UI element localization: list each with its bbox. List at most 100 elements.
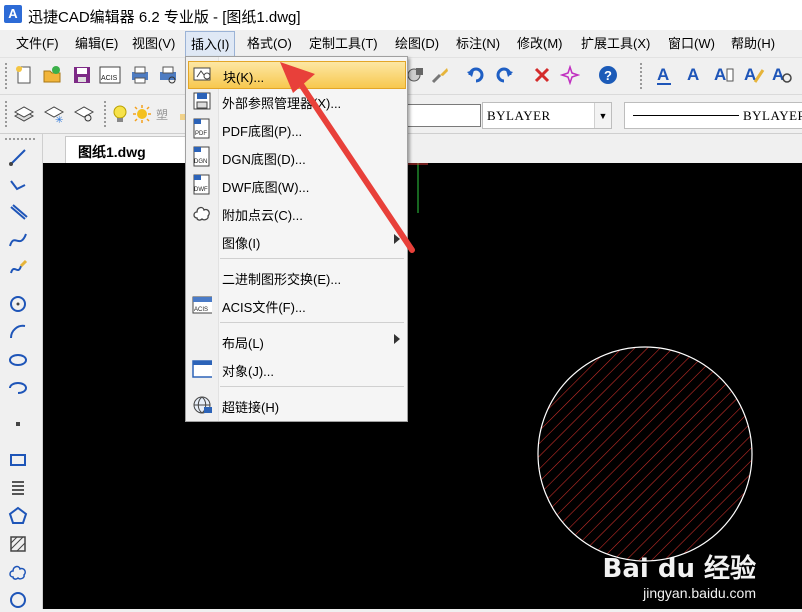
menu-draw[interactable]: 绘图(D) <box>390 31 444 57</box>
menu-item-label: 图像(I) <box>222 236 261 251</box>
title-bar: A 迅捷CAD编辑器 6.2 专业版 - [图纸1.dwg] <box>0 0 802 30</box>
color-combo[interactable]: BYLAYER ▼ <box>482 102 612 129</box>
menu-insert[interactable]: 插入(I) <box>185 31 236 57</box>
menu-help[interactable]: 帮助(H) <box>726 31 780 57</box>
pdf-underlay-icon: PDF <box>192 118 212 139</box>
layer-previous-icon[interactable] <box>72 102 96 126</box>
table-tool-icon[interactable] <box>6 588 30 612</box>
delete-icon[interactable] <box>530 63 554 87</box>
edit-text-icon[interactable]: A <box>742 63 766 87</box>
layer-thaw-sun-icon[interactable] <box>130 102 154 126</box>
sketch-tool-icon[interactable] <box>6 256 30 280</box>
helix-tool-icon[interactable] <box>6 476 30 500</box>
watermark-logo: Bai du 经验 <box>602 554 757 584</box>
svg-text:A: A <box>687 65 699 84</box>
ellipse-arc-tool-icon[interactable] <box>6 376 30 400</box>
menu-item-hyperlink[interactable]: 超链接(H) <box>188 392 404 418</box>
print-icon[interactable] <box>128 63 152 87</box>
menu-item-label: DWF底图(W)... <box>222 180 310 195</box>
polygon-tool-icon[interactable] <box>6 504 30 528</box>
app-logo-icon: A <box>4 5 22 23</box>
svg-text:?: ? <box>604 68 612 83</box>
submenu-arrow-icon <box>394 234 400 244</box>
multiline-tool-icon[interactable] <box>6 200 30 224</box>
menu-item-xref-manager[interactable]: 外部参照管理器(X)... <box>188 88 404 114</box>
menu-item-pdf-underlay[interactable]: PDF PDF底图(P)... <box>188 116 404 142</box>
save-icon[interactable] <box>70 63 94 87</box>
menu-item-dgn-underlay[interactable]: DGN DGN底图(D)... <box>188 144 404 170</box>
linetype-combo[interactable]: BYLAYER <box>624 102 802 129</box>
revision-cloud-tool-icon[interactable] <box>6 560 30 584</box>
drawing-canvas[interactable]: Bai du 经验 jingyan.baidu.com <box>43 163 802 609</box>
linetype-combo-value: BYLAYER <box>743 108 802 123</box>
menu-modify[interactable]: 修改(M) <box>512 31 568 57</box>
point-cloud-icon <box>192 203 212 223</box>
menu-item-label: 外部参照管理器(X)... <box>222 96 342 111</box>
block-icon <box>193 65 213 85</box>
menu-window[interactable]: 窗口(W) <box>663 31 720 57</box>
redo-icon[interactable] <box>492 63 516 87</box>
layer-name-field[interactable] <box>403 104 481 127</box>
svg-text:A: A <box>657 65 669 84</box>
svg-text:A: A <box>714 65 726 84</box>
dwf-underlay-icon: DWF <box>192 174 212 195</box>
menu-file[interactable]: 文件(F) <box>11 31 64 57</box>
menu-item-acis-file[interactable]: ACIS ACIS文件(F)... <box>188 292 404 318</box>
menu-dimension[interactable]: 标注(N) <box>451 31 505 57</box>
menu-edit[interactable]: 编辑(E) <box>70 31 123 57</box>
menu-item-dwf-underlay[interactable]: DWF DWF底图(W)... <box>188 172 404 198</box>
draw-toolbar <box>0 134 43 609</box>
menu-item-ole-object[interactable]: 对象(J)... <box>188 356 404 382</box>
acis-export-icon[interactable]: ACIS <box>98 63 122 87</box>
menu-separator <box>220 322 404 323</box>
layer-on-bulb-icon[interactable] <box>108 102 132 126</box>
new-file-icon[interactable] <box>12 63 36 87</box>
menu-item-binary-exchange[interactable]: 二进制图形交换(E)... <box>188 264 404 290</box>
toolbar-grip[interactable] <box>5 101 10 127</box>
menu-item-layout[interactable]: 布局(L) <box>188 328 404 354</box>
polyline-tool-icon[interactable] <box>6 173 30 197</box>
insert-menu-dropdown: 块(K)... 外部参照管理器(X)... PDF PDF底图(P)... DG… <box>185 56 408 422</box>
line-tool-icon[interactable] <box>6 145 30 169</box>
menu-item-attach-point-cloud[interactable]: 附加点云(C)... <box>188 200 404 226</box>
menu-extension-tools[interactable]: 扩展工具(X) <box>576 31 655 57</box>
explode-icon[interactable] <box>558 63 582 87</box>
layer-manager-icon[interactable] <box>12 102 36 126</box>
point-tool-icon[interactable] <box>6 412 30 436</box>
ole-object-icon <box>192 359 212 379</box>
undo-icon[interactable] <box>464 63 488 87</box>
multiline-text-icon[interactable]: A <box>712 63 736 87</box>
chevron-down-icon[interactable]: ▼ <box>594 103 611 128</box>
circle-tool-icon[interactable] <box>6 292 30 316</box>
menu-custom-tools[interactable]: 定制工具(T) <box>304 31 383 57</box>
svg-text:DWF: DWF <box>194 187 208 193</box>
toolbar-grip[interactable] <box>5 138 35 143</box>
menu-item-label: DGN底图(D)... <box>222 152 306 167</box>
arc-tool-icon[interactable] <box>6 320 30 344</box>
menu-format[interactable]: 格式(O) <box>242 31 297 57</box>
ellipse-tool-icon[interactable] <box>6 348 30 372</box>
text-style-icon[interactable]: A <box>652 63 676 87</box>
open-file-icon[interactable] <box>40 63 64 87</box>
spline-tool-icon[interactable] <box>6 228 30 252</box>
menu-bar: 文件(F) 编辑(E) 视图(V) 插入(I) 格式(O) 定制工具(T) 绘图… <box>0 31 802 58</box>
toolbar-grip[interactable] <box>5 63 10 89</box>
find-text-icon[interactable]: A <box>770 63 794 87</box>
menu-item-block[interactable]: 块(K)... <box>188 61 406 89</box>
single-line-text-icon[interactable]: A <box>682 63 706 87</box>
menu-item-image[interactable]: 图像(I) <box>188 228 404 254</box>
color-combo-value: BYLAYER <box>487 108 551 123</box>
menu-item-label: 超链接(H) <box>222 400 280 415</box>
hatched-circle[interactable] <box>537 346 753 562</box>
rectangle-tool-icon[interactable] <box>6 448 30 472</box>
toolbar-grip[interactable] <box>640 63 645 89</box>
hatch-tool-icon[interactable] <box>6 532 30 556</box>
layer-state-icon[interactable]: ✳ <box>42 102 66 126</box>
brush-icon[interactable] <box>428 63 452 87</box>
print-preview-icon[interactable] <box>156 63 180 87</box>
menu-item-label: 对象(J)... <box>222 364 274 379</box>
menu-separator <box>220 258 404 259</box>
svg-text:PDF: PDF <box>195 131 207 137</box>
menu-view[interactable]: 视图(V) <box>127 31 180 57</box>
help-icon[interactable]: ? <box>596 63 620 87</box>
